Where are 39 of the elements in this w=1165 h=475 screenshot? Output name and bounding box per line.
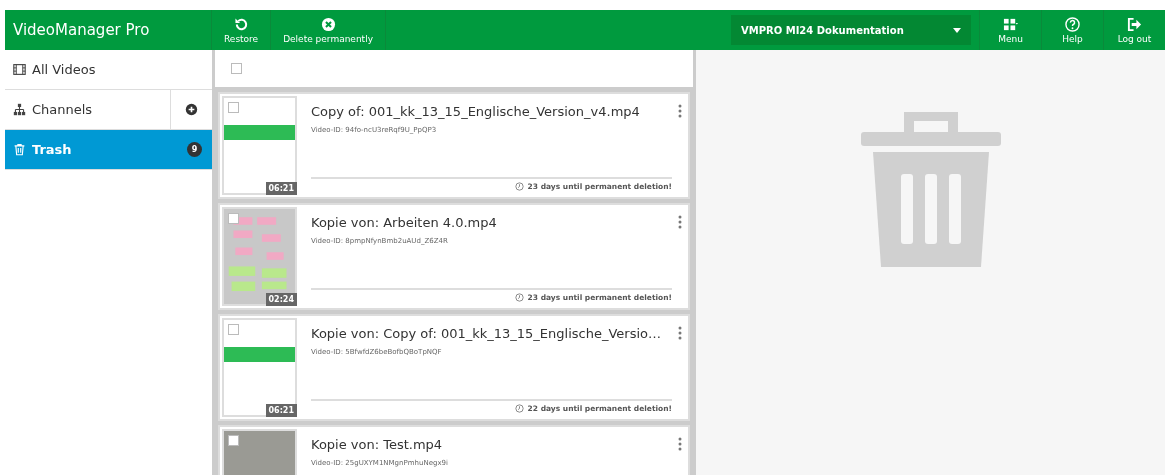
clock-icon <box>514 182 524 191</box>
logout-icon <box>1127 16 1142 32</box>
delete-icon <box>320 16 336 32</box>
duration-badge: 02:24 <box>265 293 297 306</box>
sidebar-label: Trash <box>32 142 72 157</box>
video-title[interactable]: Kopie von: Arbeiten 4.0.mp4 <box>311 215 497 230</box>
clock-icon <box>514 404 524 413</box>
restore-icon <box>233 16 249 32</box>
clock-icon <box>514 293 524 302</box>
trash-icon <box>860 112 1001 267</box>
sidebar-label: All Videos <box>32 62 96 77</box>
film-icon <box>13 63 26 76</box>
video-title[interactable]: Kopie von: Copy of: 001_kk_13_15_Englische_Versio… <box>311 326 662 341</box>
duration-badge: 06:21 <box>265 404 297 417</box>
more-button[interactable] <box>676 102 684 118</box>
sidebar-label: Channels <box>32 102 93 117</box>
grid-icon <box>1003 16 1018 32</box>
more-button[interactable] <box>676 324 684 340</box>
project-dropdown[interactable]: VMPRO MI24 Dokumentation <box>731 15 971 45</box>
checkbox[interactable] <box>228 102 239 113</box>
title-banner-drawing <box>224 125 295 140</box>
checkbox[interactable] <box>228 435 239 446</box>
help-icon <box>1065 16 1080 32</box>
sidebar-item[interactable]: Channels <box>5 90 212 130</box>
checkbox[interactable] <box>228 213 239 224</box>
more-button[interactable] <box>676 435 684 451</box>
caret-icon <box>953 27 961 33</box>
checkbox[interactable] <box>231 63 242 74</box>
trash-icon <box>13 143 26 156</box>
video-title[interactable]: Kopie von: Test.mp4 <box>311 437 443 452</box>
hierarchy-icon <box>13 103 26 116</box>
video-title[interactable]: Copy of: 001_kk_13_15_Englische_Version_v4.mp4 <box>311 104 640 119</box>
count-badge: 9 <box>187 142 202 157</box>
more-button[interactable] <box>676 213 684 229</box>
title-banner-drawing <box>224 347 295 362</box>
plus-icon <box>185 103 198 116</box>
duration-badge: 06:21 <box>265 182 297 195</box>
checkbox[interactable] <box>228 324 239 335</box>
sidebar-item[interactable]: Trash 9 <box>5 130 212 170</box>
